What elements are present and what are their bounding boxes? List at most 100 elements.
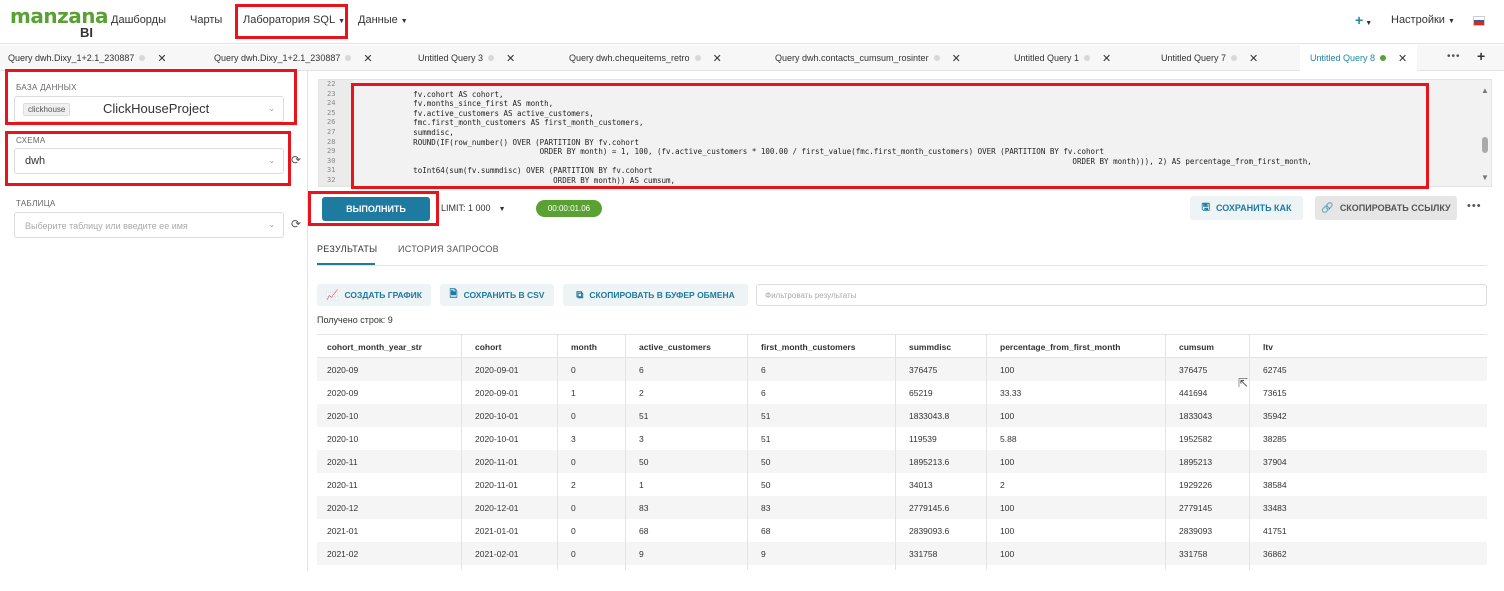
line-number: 25 (327, 108, 336, 117)
query-tab-8[interactable]: Untitled Query 8 ✕ (1300, 45, 1418, 71)
scroll-up-icon[interactable]: ▲ (1481, 86, 1489, 95)
column-divider (557, 334, 558, 570)
table-cell: 2839093.6 (909, 526, 950, 536)
table-row[interactable]: 2020-10 2020-10-01 3 3 51 119539 5.88 1952582 38… (317, 427, 1487, 450)
line-number: 32 (327, 176, 336, 184)
add-tab-icon[interactable]: + (1477, 48, 1485, 64)
create-chart-label: СОЗДАТЬ ГРАФИК (344, 290, 422, 300)
table-cell: 2020-09-01 (475, 365, 519, 375)
editor-scrollbar[interactable]: ▲ ▼ (1479, 80, 1491, 186)
close-icon[interactable]: ✕ (157, 52, 166, 65)
query-tab-1[interactable]: Query dwh.Dixy_1+2.1_230887 ✕ (8, 45, 167, 71)
table-cell: 0 (571, 549, 576, 559)
column-divider (1165, 334, 1166, 570)
copy-link-button[interactable]: 🔗 СКОПИРОВАТЬ ССЫЛКУ (1315, 196, 1457, 220)
table-cell: 2021-01-01 (475, 526, 519, 536)
column-header[interactable]: cumsum (1179, 342, 1214, 352)
close-icon[interactable]: ✕ (713, 52, 722, 65)
query-tab-2[interactable]: Query dwh.Dixy_1+2.1_230887 ✕ (214, 45, 373, 71)
limit-select[interactable]: LIMIT: 1 000 ▼ (441, 203, 506, 213)
column-header[interactable]: percentage_from_first_month (1000, 342, 1120, 352)
save-as-button[interactable]: 🖫 СОХРАНИТЬ КАК (1190, 196, 1303, 220)
table-cell: 50 (639, 457, 649, 467)
nav-data[interactable]: Данные ▼ (358, 14, 408, 26)
tab-query-history[interactable]: ИСТОРИЯ ЗАПРОСОВ (398, 244, 499, 254)
table-row[interactable]: 2020-09 2020-09-01 1 2 6 65219 33.33 441694 7361… (317, 381, 1487, 404)
refresh-schema-icon[interactable]: ⟳ (291, 153, 301, 167)
table-cell: 33.33 (1000, 388, 1022, 398)
query-tab-5[interactable]: Query dwh.contacts_cumsum_rosinter ✕ (775, 45, 961, 71)
add-new-button[interactable]: + ▼ (1355, 12, 1372, 28)
table-placeholder: Выберите таблицу или введите ее имя (25, 221, 188, 231)
manzana-logo[interactable]: manzana BI (10, 4, 108, 40)
code-line: summdisc, (359, 128, 454, 137)
line-number: 31 (327, 166, 336, 175)
close-icon[interactable]: ✕ (506, 52, 515, 65)
tab-results[interactable]: РЕЗУЛЬТАТЫ (317, 244, 377, 254)
table-cell: 0 (571, 503, 576, 513)
column-header[interactable]: cohort_month_year_str (327, 342, 422, 352)
close-icon[interactable]: ✕ (952, 52, 961, 65)
chevron-down-icon: ▼ (400, 18, 408, 25)
copy-clipboard-button[interactable]: ⧉ СКОПИРОВАТЬ В БУФЕР ОБМЕНА (563, 284, 748, 306)
line-number: 23 (327, 89, 336, 98)
table-row[interactable]: 2020-11 2020-11-01 0 50 50 1895213.6 100 189521… (317, 450, 1487, 473)
brand-name: manzana (10, 4, 108, 28)
tab-label: Untitled Query 8 (1310, 53, 1376, 63)
close-icon[interactable]: ✕ (1249, 52, 1258, 65)
filter-results-input[interactable]: Фильтровать результаты (756, 284, 1487, 306)
query-tab-7[interactable]: Untitled Query 7 ✕ (1161, 45, 1258, 71)
table-cell: 38285 (1263, 434, 1287, 444)
column-header[interactable]: summdisc (909, 342, 951, 352)
scrollbar-thumb[interactable] (1482, 137, 1488, 153)
save-csv-button[interactable]: 🗎 СОХРАНИТЬ В CSV (440, 284, 554, 306)
query-tab-3[interactable]: Untitled Query 3 ✕ (418, 45, 515, 71)
table-cell: 33483 (1263, 503, 1287, 513)
nav-sql-lab[interactable]: Лаборатория SQL ▼ (243, 14, 345, 26)
column-header[interactable]: month (571, 342, 597, 352)
table-cell: 51 (761, 434, 771, 444)
table-select[interactable]: Выберите таблицу или введите ее имя ⌄ (14, 212, 284, 238)
close-icon[interactable]: ✕ (1398, 52, 1407, 65)
editor-gutter: 22 23 24 25 26 27 28 29 30 31 32 (319, 80, 353, 186)
column-header[interactable]: active_customers (639, 342, 711, 352)
table-row[interactable]: 2020-09 2020-09-01 0 6 6 376475 100 376475 62745 (317, 358, 1487, 381)
create-chart-button[interactable]: 📈 СОЗДАТЬ ГРАФИК (317, 284, 431, 306)
table-cell: 2779145.6 (909, 503, 950, 513)
column-header[interactable]: cohort (475, 342, 501, 352)
db-type-tag: clickhouse (23, 103, 71, 116)
more-tabs-icon[interactable]: ••• (1447, 51, 1461, 62)
database-select[interactable]: clickhouse ClickHouseProject ⌄ (14, 96, 284, 122)
close-icon[interactable]: ✕ (363, 52, 372, 65)
editor-code[interactable]: fv.cohort AS cohort, fv.months_since_fir… (359, 80, 1479, 186)
table-row[interactable]: 2021-02 2021-02-01 0 9 9 331758 100 331758 36862 (317, 542, 1487, 565)
table-row[interactable]: 2020-12 2020-12-01 0 83 83 2779145.6 100 277914… (317, 496, 1487, 519)
db-name: ClickHouseProject (103, 101, 210, 116)
table-cell: 0 (571, 365, 576, 375)
table-cell: 2020-09 (327, 388, 359, 398)
line-number: 28 (327, 137, 336, 146)
table-row[interactable]: 2021-01 2021-01-01 0 68 68 2839093.6 100 283909… (317, 519, 1487, 542)
nav-settings[interactable]: Настройки ▼ (1391, 14, 1455, 26)
query-tab-4[interactable]: Query dwh.chequeitems_retro ✕ (569, 45, 722, 71)
table-row[interactable]: 2020-10 2020-10-01 0 51 51 1833043.8 100 183304… (317, 404, 1487, 427)
sql-editor[interactable]: 22 23 24 25 26 27 28 29 30 31 32 fv.cohort AS coho… (318, 79, 1492, 187)
close-icon[interactable]: ✕ (1102, 52, 1111, 65)
nav-dashboards[interactable]: Дашборды (111, 14, 166, 26)
language-flag-icon[interactable] (1473, 16, 1485, 26)
more-options-icon[interactable]: ••• (1467, 200, 1482, 212)
copy-link-label: СКОПИРОВАТЬ ССЫЛКУ (1339, 203, 1451, 213)
query-tab-6[interactable]: Untitled Query 1 ✕ (1014, 45, 1111, 71)
query-tabs-bar: Query dwh.Dixy_1+2.1_230887 ✕ Query dwh.D… (0, 45, 1504, 71)
run-query-button[interactable]: ВЫПОЛНИТЬ (322, 197, 430, 221)
table-row[interactable]: 2020-11 2020-11-01 2 1 50 34013 2 1929226 38584 (317, 473, 1487, 496)
table-cell: 51 (639, 411, 649, 421)
column-header[interactable]: first_month_customers (761, 342, 855, 352)
schema-select[interactable]: dwh ⌄ (14, 148, 284, 174)
refresh-table-icon[interactable]: ⟳ (291, 217, 301, 231)
chevron-down-icon: ⌄ (268, 156, 275, 165)
column-header[interactable]: ltv (1263, 342, 1273, 352)
scroll-down-icon[interactable]: ▼ (1481, 173, 1489, 182)
tab-label: Untitled Query 7 (1161, 53, 1227, 63)
nav-charts[interactable]: Чарты (190, 14, 222, 26)
